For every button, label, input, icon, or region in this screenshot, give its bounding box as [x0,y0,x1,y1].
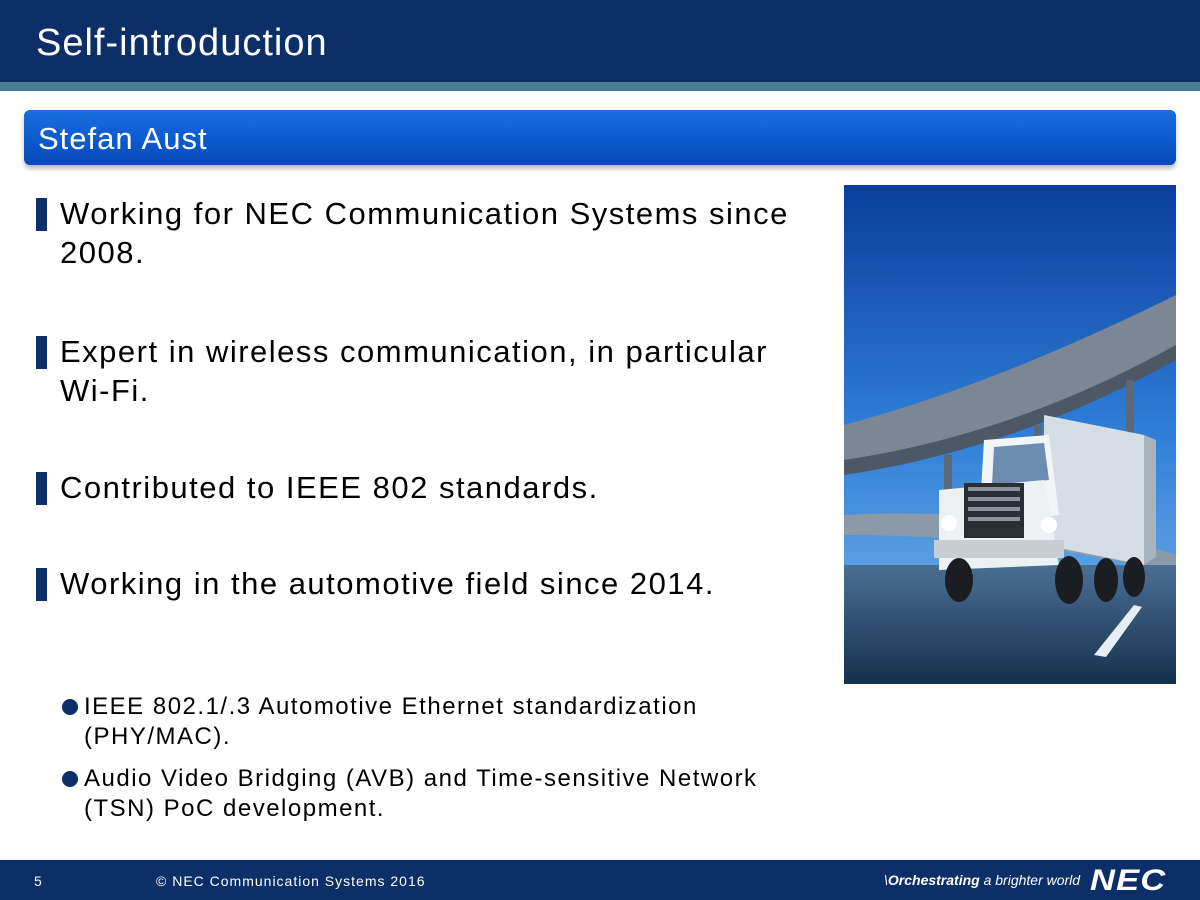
nec-logo: NEC [1090,864,1167,897]
bullet-item: Working for NEC Communication Systems si… [36,194,796,272]
bullet-item: Working in the automotive field since 20… [36,564,715,603]
bullet-marker [36,336,47,369]
subtitle-bar: Stefan Aust [24,110,1176,165]
dot-marker [62,699,78,715]
sub-bullet-text: IEEE 802.1/.3 Automotive Ethernet standa… [84,693,698,750]
title-divider [0,82,1200,91]
sub-bullet-text: Audio Video Bridging (AVB) and Time-sens… [84,765,758,822]
bullet-text: Expert in wireless communication, in par… [60,334,768,408]
presenter-name: Stefan Aust [38,121,208,156]
bullet-item: Contributed to IEEE 802 standards. [36,468,599,507]
tagline: \Orchestrating a brighter world [884,872,1081,888]
bullet-text: Working in the automotive field since 20… [60,566,715,601]
tagline-bold: Orchestrating [887,872,980,888]
truck-photo [844,185,1176,684]
bullet-item: Expert in wireless communication, in par… [36,332,796,410]
sub-bullet-item: IEEE 802.1/.3 Automotive Ethernet standa… [60,692,790,752]
copyright-text: © NEC Communication Systems 2016 [156,873,426,889]
bullet-marker [36,472,47,505]
slide-title: Self-introduction [36,22,328,64]
title-bar: Self-introduction [0,0,1200,82]
sub-bullet-item: Audio Video Bridging (AVB) and Time-sens… [60,764,790,824]
tagline-rest: a brighter world [979,872,1081,888]
bullet-text: Contributed to IEEE 802 standards. [60,470,599,505]
bullet-marker [36,198,47,231]
footer-bar: 5 © NEC Communication Systems 2016 \Orch… [0,860,1200,900]
dot-marker [62,771,78,787]
page-number: 5 [34,873,43,889]
bullet-marker [36,568,47,601]
bullet-text: Working for NEC Communication Systems si… [60,196,789,270]
